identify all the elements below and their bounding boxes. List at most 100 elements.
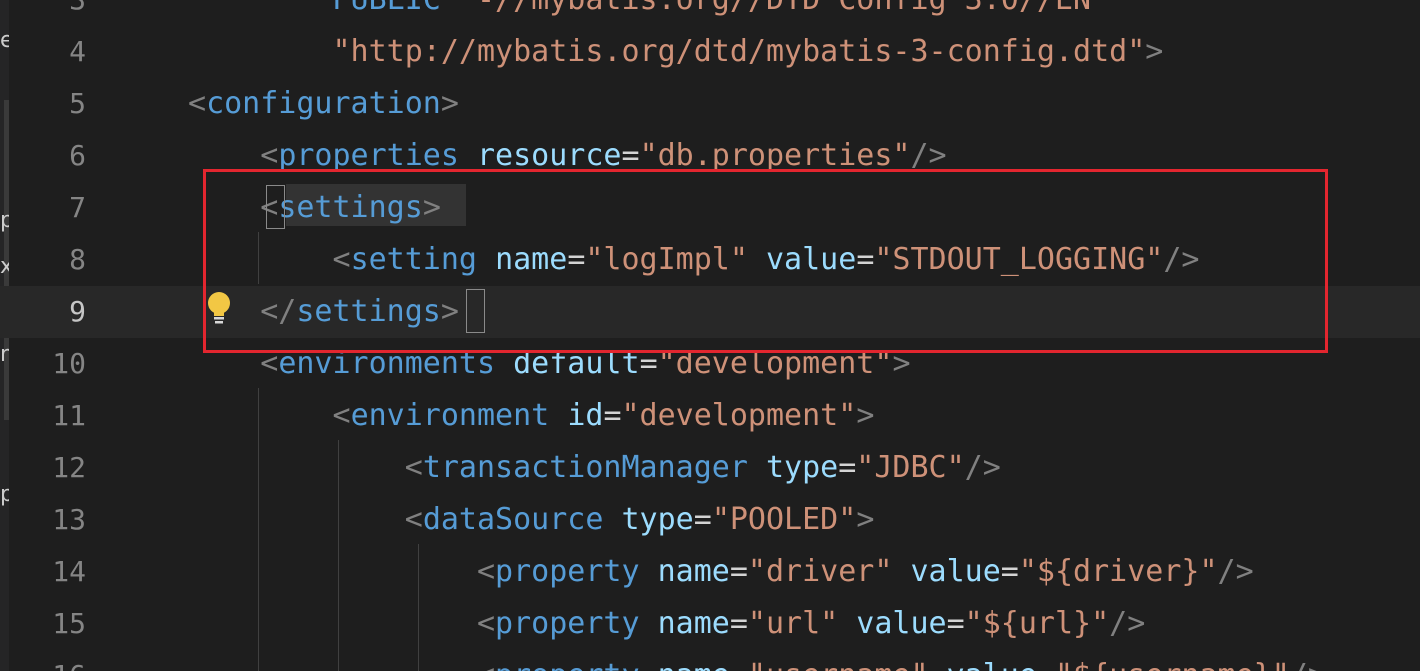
token-attr: value	[947, 658, 1037, 671]
code-text[interactable]: <property name="username" value="${usern…	[188, 650, 1326, 671]
token-eq: =	[693, 502, 712, 537]
token-attr: name	[657, 606, 730, 641]
token-tag: property	[495, 554, 640, 589]
code-text[interactable]: "http://mybatis.org/dtd/mybatis-3-config…	[188, 26, 1164, 78]
line-number[interactable]: 14	[10, 546, 86, 598]
token-pun: <	[404, 502, 423, 537]
code-text[interactable]: <dataSource type="POOLED">	[188, 494, 875, 546]
code-line[interactable]: 5 <configuration>	[0, 78, 1420, 130]
token-attr: name	[658, 658, 730, 671]
token-pun: >	[1145, 34, 1164, 69]
code-line[interactable]: 16 <property name="username" value="${us…	[0, 650, 1420, 671]
token-eq: =	[603, 398, 622, 433]
token-pun: />	[910, 138, 947, 173]
token-tag: property	[495, 658, 640, 671]
code-text[interactable]: PUBLIC "-//mybatis.org//DTD Config 3.0//…	[188, 0, 1110, 26]
code-editor[interactable]: e p x n p 3 PUBLIC "-//mybatis.org//DTD …	[0, 0, 1420, 671]
line-number[interactable]: 15	[10, 598, 86, 650]
token-str: "JDBC"	[856, 450, 965, 485]
token-str: "development"	[621, 398, 857, 433]
token-eq: =	[1000, 554, 1019, 589]
token-pun: <	[260, 138, 279, 173]
token-pun: <	[188, 86, 207, 121]
token-attr: resource	[477, 138, 622, 173]
token-pun: <	[404, 450, 423, 485]
token-pun: >	[856, 502, 875, 537]
line-number[interactable]: 8	[10, 234, 86, 286]
token-attr: value	[856, 606, 947, 641]
token-pun: >	[440, 86, 459, 121]
token-eq: =	[946, 606, 965, 641]
token-attr: name	[657, 554, 730, 589]
line-number[interactable]: 16	[10, 650, 86, 671]
token-attr: type	[621, 502, 694, 537]
token-eq: =	[729, 554, 748, 589]
token-str: "${url}"	[964, 606, 1110, 641]
token-pun: <	[476, 606, 496, 641]
token-eq: =	[838, 450, 857, 485]
code-line[interactable]: 3 PUBLIC "-//mybatis.org//DTD Config 3.0…	[0, 0, 1420, 26]
token-pun: />	[1109, 606, 1146, 641]
token-str: "POOLED"	[711, 502, 857, 537]
line-number[interactable]: 10	[10, 338, 86, 390]
code-line[interactable]: 13 <dataSource type="POOLED">	[0, 494, 1420, 546]
annotation-highlight-box	[203, 169, 1328, 353]
token-tag: configuration	[206, 86, 441, 121]
token-tag: property	[495, 606, 640, 641]
token-eq: =	[730, 658, 748, 671]
line-number[interactable]: 9	[10, 286, 86, 338]
line-number[interactable]: 12	[10, 442, 86, 494]
token-str: "${driver}"	[1018, 554, 1218, 589]
token-eq: =	[621, 138, 640, 173]
code-text[interactable]: <property name="url" value="${url}"/>	[188, 598, 1145, 650]
code-line[interactable]: 12 <transactionManager type="JDBC"/>	[0, 442, 1420, 494]
token-pun: <	[332, 398, 351, 433]
line-number[interactable]: 11	[10, 390, 86, 442]
token-str: "db.properties"	[639, 138, 911, 173]
code-text[interactable]: <property name="driver" value="${driver}…	[188, 546, 1254, 598]
token-attr: type	[765, 450, 839, 485]
token-pun: <	[477, 658, 495, 671]
code-line[interactable]: 4 "http://mybatis.org/dtd/mybatis-3-conf…	[0, 26, 1420, 78]
token-tag: environment	[350, 398, 550, 433]
token-attr: value	[910, 554, 1001, 589]
code-line[interactable]: 15 <property name="url" value="${url}"/>	[0, 598, 1420, 650]
token-str: "driver"	[747, 554, 893, 589]
code-line[interactable]: 14 <property name="driver" value="${driv…	[0, 546, 1420, 598]
token-str: "-//mybatis.org//DTD Config 3.0//EN"	[459, 0, 1109, 17]
token-eq: =	[1037, 658, 1055, 671]
token-pun: />	[1290, 658, 1326, 671]
token-pun: <	[476, 554, 496, 589]
line-number[interactable]: 5	[10, 78, 86, 130]
line-number[interactable]: 6	[10, 130, 86, 182]
token-str: "http://mybatis.org/dtd/mybatis-3-config…	[332, 34, 1146, 69]
line-number[interactable]: 4	[10, 26, 86, 78]
code-line[interactable]: 11 <environment id="development">	[0, 390, 1420, 442]
token-tag: dataSource	[422, 502, 604, 537]
line-number[interactable]: 3	[10, 0, 86, 26]
token-pun: />	[1217, 554, 1254, 589]
line-number[interactable]: 13	[10, 494, 86, 546]
code-text[interactable]: <environment id="development">	[188, 390, 875, 442]
token-tag: transactionManager	[422, 450, 748, 485]
code-text[interactable]: <configuration>	[188, 78, 459, 130]
token-pun: />	[964, 450, 1001, 485]
line-number[interactable]: 7	[10, 182, 86, 234]
code-text[interactable]: <transactionManager type="JDBC"/>	[188, 442, 1001, 494]
